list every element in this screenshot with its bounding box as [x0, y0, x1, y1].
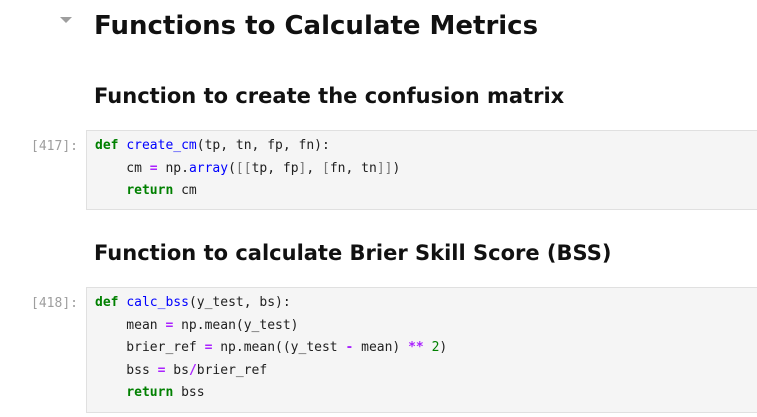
- code-token: **: [408, 340, 424, 355]
- code-token: array: [188, 160, 229, 176]
- code-token: return: [126, 183, 174, 198]
- code-token: [: [322, 160, 330, 176]
- code-token: bss: [95, 362, 158, 378]
- code-token: np.: [173, 317, 205, 333]
- cell-prompt: [417]:: [31, 139, 78, 154]
- code-token: brier_ref: [95, 340, 205, 355]
- code-line: return cm: [95, 180, 757, 203]
- code-cell-calc-bss[interactable]: def calc_bss(y_test, bs): mean = np.mean…: [86, 287, 757, 413]
- code-token: create_cm: [126, 138, 197, 153]
- cell-heading-confusion-matrix: Function to create the confusion matrix: [94, 84, 565, 108]
- code-token: np.: [212, 340, 244, 355]
- code-line: return bss: [95, 382, 757, 405]
- collapse-section-toggle[interactable]: [56, 10, 76, 30]
- code-token: tp, fp: [251, 160, 299, 176]
- code-token: cm: [173, 183, 197, 198]
- code-token: mean(y_test): [204, 317, 299, 333]
- code-token: (tp, tn, fp, fn):: [196, 138, 330, 153]
- code-token: brier_ref: [196, 362, 268, 378]
- code-cell-create-cm[interactable]: def create_cm(tp, tn, fp, fn): cm = np.a…: [86, 130, 757, 210]
- code-token: ,: [306, 160, 323, 176]
- code-token: ): [392, 160, 401, 176]
- code-token: calc_bss: [126, 295, 189, 310]
- code-token: =: [149, 160, 158, 176]
- section-heading: Functions to Calculate Metrics: [94, 11, 539, 41]
- code-token: mean: [95, 317, 166, 333]
- code-token: mean): [353, 340, 409, 355]
- code-line: brier_ref = np.mean((y_test - mean) ** 2…: [95, 337, 757, 360]
- code-token: (y_test, bs):: [188, 295, 291, 310]
- code-line: def create_cm(tp, tn, fp, fn):: [95, 135, 757, 158]
- cell-heading-brier-skill-score: Function to calculate Brier Skill Score …: [94, 241, 612, 265]
- code-token: bss: [173, 385, 205, 400]
- code-line: def calc_bss(y_test, bs):: [95, 292, 757, 315]
- code-token: def: [95, 138, 119, 153]
- cell-prompt: [418]:: [31, 296, 78, 311]
- code-token: cm: [95, 160, 150, 176]
- code-token: fn, tn: [329, 160, 377, 176]
- code-line: mean = np.mean(y_test): [95, 315, 757, 338]
- code-token: ): [439, 340, 448, 355]
- code-line: cm = np.array([[tp, fp], [fn, tn]]): [95, 158, 757, 181]
- code-token: /: [188, 362, 197, 378]
- code-token: mean((y_test: [243, 340, 346, 355]
- code-token: return: [126, 385, 174, 400]
- code-line: bss = bs/brier_ref: [95, 360, 757, 383]
- code-token: [[: [235, 160, 252, 176]
- caret-down-icon: [60, 17, 72, 23]
- code-token: def: [95, 295, 119, 310]
- code-token: bs: [165, 362, 189, 378]
- code-token: ]]: [376, 160, 393, 176]
- code-token: np.: [157, 160, 189, 176]
- code-token: (: [228, 160, 236, 176]
